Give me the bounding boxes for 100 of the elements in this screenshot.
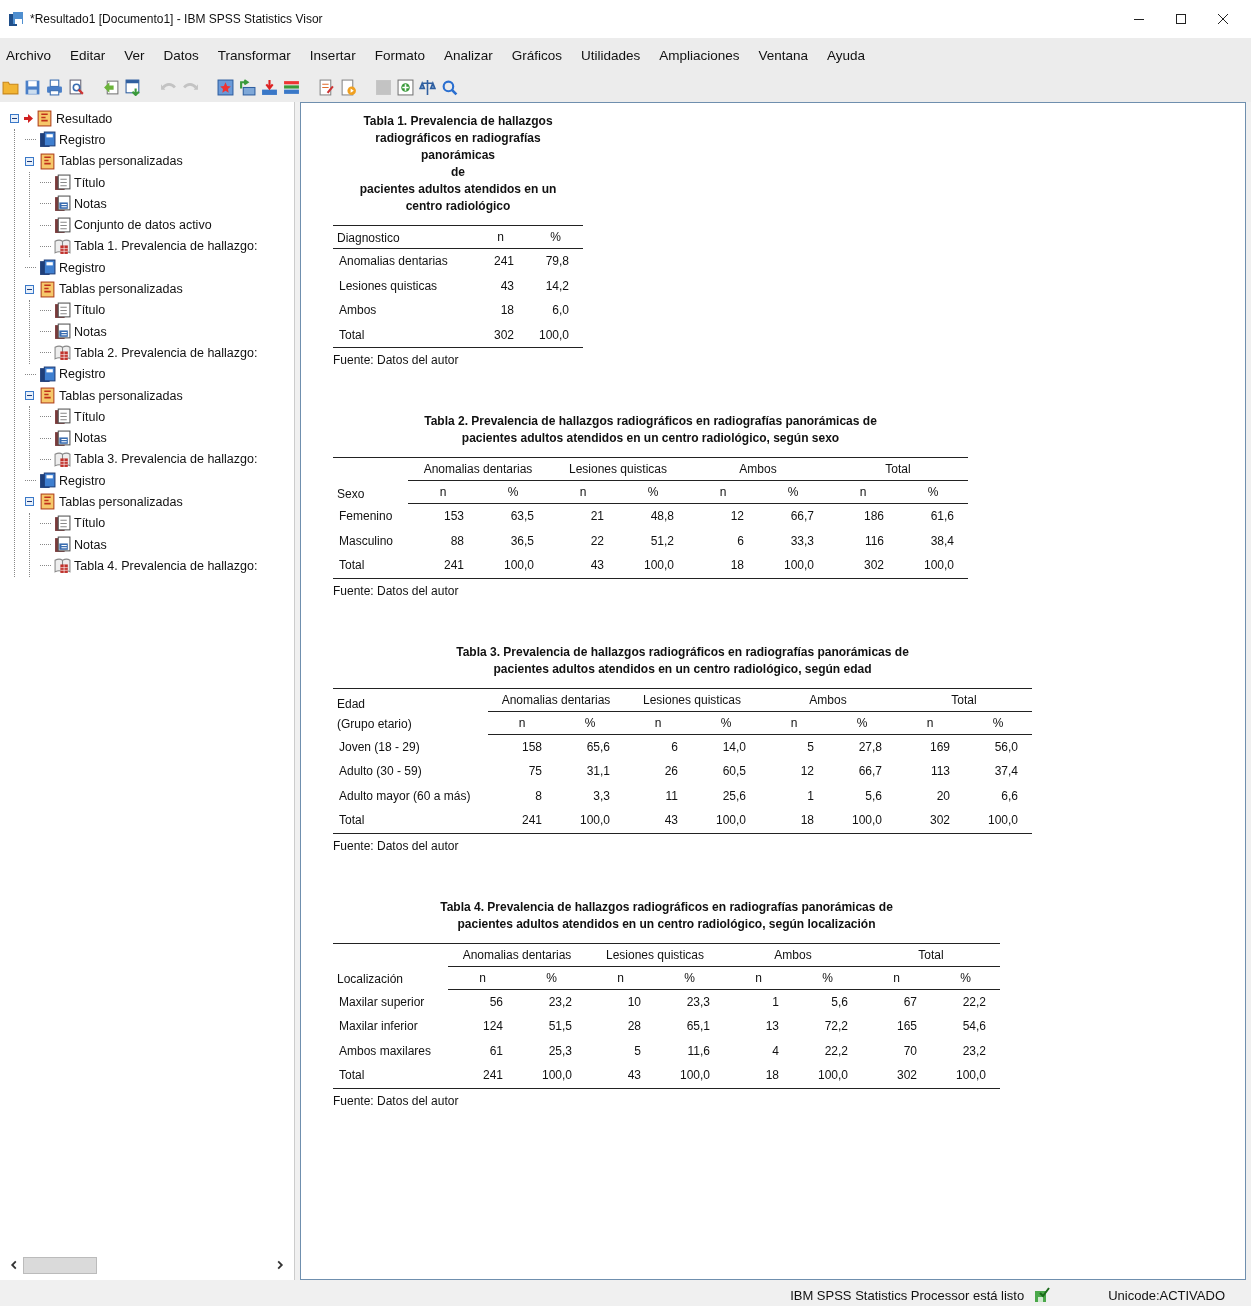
scrollbar-thumb[interactable] [23, 1256, 97, 1274]
table-cell: 48,8 [618, 503, 688, 529]
save-icon[interactable] [24, 78, 41, 96]
table-cell-text: 5,6 [864, 787, 884, 805]
pivot-table-icon [54, 237, 71, 255]
outline-item[interactable]: Notas [74, 431, 107, 446]
menu-item[interactable]: Ventana [758, 47, 809, 63]
outline-item[interactable]: Tablas personalizadas [59, 282, 183, 296]
maximize-icon[interactable] [1175, 13, 1187, 25]
outline-item[interactable]: Título [74, 303, 106, 318]
dialog-icon[interactable] [125, 78, 142, 96]
outline-item[interactable]: Tablas personalizadas [59, 154, 183, 169]
table-cell: 65,6 [556, 734, 624, 759]
column-group-header: Lesiones quisticas [586, 943, 724, 966]
outline-item[interactable]: Registro [59, 473, 106, 488]
table-cell: 302 [862, 1063, 932, 1088]
menu-item[interactable]: Ampliaciones [659, 47, 740, 63]
table-cell: 79,8 [528, 248, 583, 274]
menu-item[interactable]: Archivo [6, 47, 51, 63]
table-cell-text: 51,5 [547, 1018, 573, 1036]
search-icon[interactable] [441, 78, 458, 96]
menu-item[interactable]: Formato [374, 47, 425, 63]
menu-item[interactable]: Insertar [309, 47, 356, 63]
preview-icon[interactable] [68, 78, 85, 96]
column-group-header: Total [862, 943, 1001, 966]
outline-item[interactable]: Registro [59, 260, 106, 275]
menu-item[interactable]: Gráficos [511, 47, 562, 63]
table-cell: 56 [448, 989, 517, 1014]
grid-arrow-icon[interactable] [239, 78, 256, 96]
menu-item[interactable]: Datos [163, 47, 199, 63]
column-header: % [828, 711, 897, 734]
scale-icon[interactable] [419, 78, 436, 96]
menu-item[interactable]: Analizar [443, 47, 493, 63]
log-icon [39, 259, 56, 277]
table-cell: 153 [408, 503, 478, 529]
outline-item[interactable]: Tablas personalizadas [59, 388, 183, 403]
row-label: Anomalias dentarias [333, 248, 473, 274]
row-header: Diagnostico [333, 225, 473, 249]
table-cell-text: 5 [633, 1042, 642, 1060]
menu-item[interactable]: Transformar [217, 47, 291, 63]
outline-item[interactable]: Resultado [56, 111, 113, 126]
collapse-icon[interactable] [25, 497, 34, 507]
menu-item[interactable]: Ayuda [827, 47, 866, 63]
table-cell: 241 [408, 553, 478, 578]
row-label: Adulto mayor (60 a más) [338, 787, 472, 805]
outline-item[interactable]: Conjunto de datos activo [74, 218, 212, 233]
outline-item[interactable]: Notas [74, 324, 107, 339]
close-icon[interactable] [1217, 13, 1229, 25]
add-icon[interactable] [397, 78, 414, 96]
outline-item[interactable]: Tabla 2. Prevalencia de hallazgo: [74, 345, 258, 360]
outline-item[interactable]: Notas [74, 537, 107, 552]
printer-icon[interactable] [46, 78, 63, 96]
collapse-icon[interactable] [10, 114, 19, 124]
column-group-header: Total [828, 457, 969, 481]
table-cell: 241 [473, 248, 528, 274]
table-cell: 100,0 [556, 808, 624, 833]
table-cell-text: 25,3 [547, 1042, 573, 1060]
outline-item[interactable]: Título [74, 409, 106, 424]
table-cell-text: 28 [626, 1018, 642, 1036]
table-cell-text: 116 [863, 532, 886, 550]
menu-item[interactable]: Ver [124, 47, 145, 63]
menu-item[interactable]: Utilidades [580, 47, 641, 63]
table-cell-text: 65,1 [685, 1018, 711, 1036]
table-cell: 100,0 [931, 1063, 1001, 1088]
outline-item[interactable]: Título [74, 516, 106, 531]
outline-item[interactable]: Registro [59, 367, 106, 382]
outline-item[interactable]: Tabla 3. Prevalencia de hallazgo: [74, 452, 258, 467]
collapse-icon[interactable] [25, 284, 34, 294]
outline-item[interactable]: Tabla 4. Prevalencia de hallazgo: [74, 558, 258, 573]
table-cell-text: 20 [935, 787, 952, 805]
menu-item[interactable]: Editar [70, 47, 106, 63]
table-footnote: Fuente: Datos del autor [333, 583, 460, 598]
export-icon[interactable] [103, 78, 120, 96]
column-group-header: Total [896, 688, 1033, 711]
table-cell: 100,0 [964, 808, 1033, 833]
table-cell-text: 6 [736, 532, 745, 550]
table-cell-text: 72,2 [823, 1018, 850, 1036]
collapse-icon[interactable] [25, 156, 34, 166]
column-header: % [556, 711, 624, 734]
column-group-header: Ambos [688, 457, 829, 481]
collapse-icon[interactable] [25, 391, 34, 400]
status-message: IBM SPSS Statistics Processor está listo [790, 1287, 1025, 1303]
star-grid-icon[interactable] [217, 78, 234, 96]
column-header: % [758, 480, 829, 504]
document-pen-icon[interactable] [318, 78, 335, 96]
table-icon[interactable] [283, 78, 300, 96]
outline-item[interactable]: Registro [59, 132, 106, 147]
outline-item[interactable]: Tabla 1. Prevalencia de hallazgo: [74, 239, 258, 254]
table-title: Tabla 1. Prevalencia de hallazgos radiográficos en radiografías panorámicas de pacientes adultos atendidos en un centro radiológico [358, 113, 558, 215]
outline-item[interactable]: Tablas personalizadas [59, 495, 183, 509]
document-play-icon[interactable] [340, 78, 357, 96]
column-group-header: Ambos [724, 943, 863, 966]
table-cell-text: 4 [771, 1042, 780, 1060]
table-cell-text: 12 [799, 763, 815, 781]
table-cell-text: 113 [929, 763, 952, 781]
outline-item[interactable]: Título [74, 175, 106, 190]
column-header: % [964, 711, 1033, 734]
row-label: Maxilar superior [333, 989, 448, 1014]
outline-item[interactable]: Notas [74, 196, 107, 211]
down-arrow-bar-icon[interactable] [261, 78, 278, 96]
